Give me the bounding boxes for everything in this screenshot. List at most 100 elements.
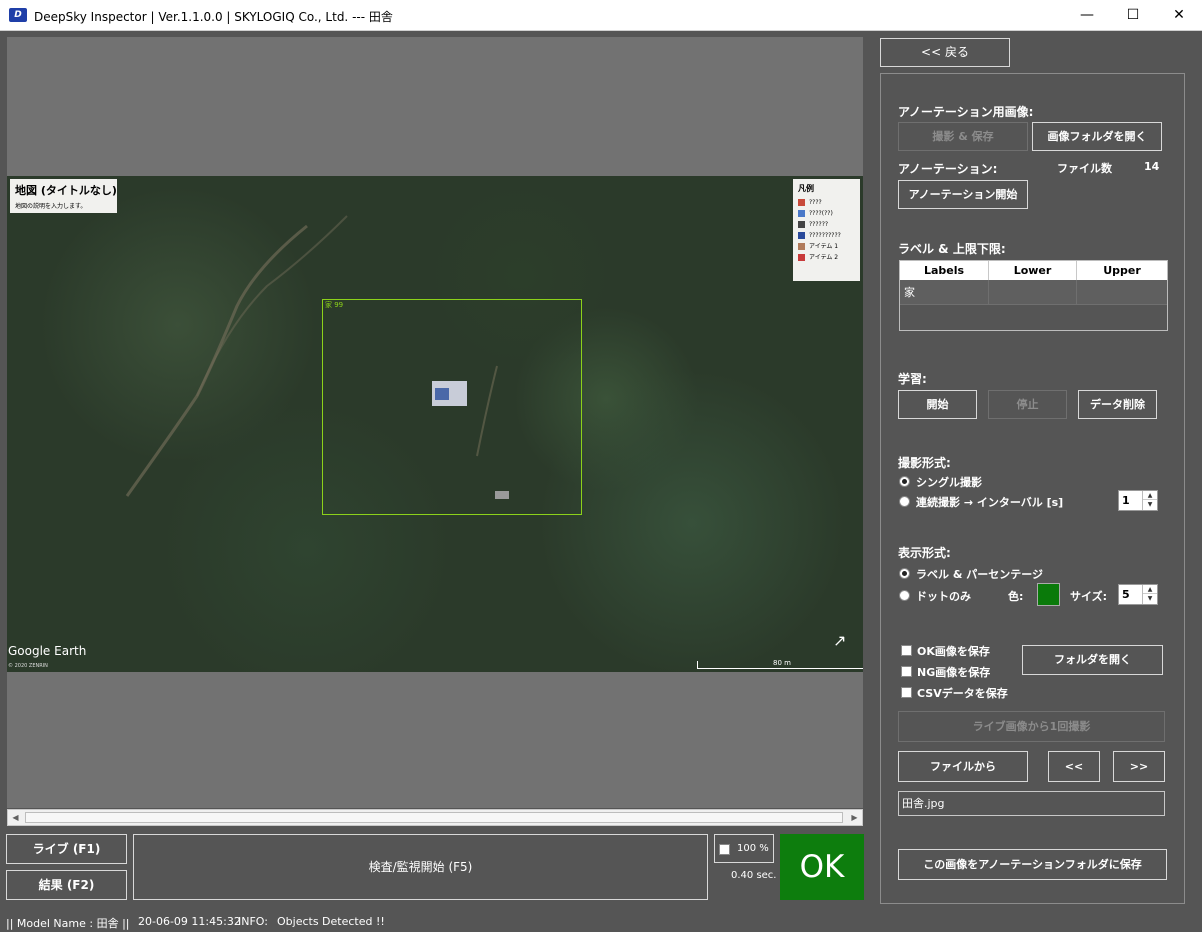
image-viewer[interactable]: 地図 (タイトルなし) 地図の説明を入力します。 凡例 ???? ????(??…	[7, 37, 863, 808]
zoom-checkbox[interactable]	[719, 844, 730, 855]
color-label: 色:	[1008, 590, 1024, 603]
continuous-capture-label: 連続撮影 → インターバル [s]	[916, 496, 1064, 509]
save-ng-images-label: NG画像を保存	[917, 666, 991, 679]
single-capture-label: シングル撮影	[916, 476, 982, 489]
learn-stop-button[interactable]: 停止	[988, 390, 1067, 419]
size-stepper[interactable]: 5 ▲ ▼	[1118, 584, 1158, 605]
labels-table[interactable]: Labels Lower Upper 家	[899, 260, 1168, 331]
close-button[interactable]: ✕	[1156, 0, 1202, 31]
capture-once-button[interactable]: ライブ画像から1回撮影	[898, 711, 1165, 742]
display-mode-label: 表示形式:	[898, 546, 951, 560]
open-image-folder-button[interactable]: 画像フォルダを開く	[1032, 122, 1162, 151]
map-description: 地図の説明を入力します。	[15, 203, 87, 210]
copyright-text: © 2020 ZENRIN	[8, 663, 48, 669]
google-earth-watermark: Google Earth	[8, 644, 87, 658]
dot-only-label: ドットのみ	[916, 590, 971, 603]
detection-label: 家 99	[325, 301, 344, 309]
window-title: DeepSky Inspector | Ver.1.1.0.0 | SKYLOG…	[34, 10, 393, 24]
column-header-lower: Lower	[989, 261, 1077, 280]
legend-symbol-icon	[798, 254, 805, 261]
learning-label: 学習:	[898, 372, 927, 386]
labels-limits-label: ラベル & 上限下限:	[898, 242, 1006, 256]
legend-item: ??????????	[798, 230, 855, 241]
file-count: 14	[1144, 160, 1160, 173]
legend-item: アイテム 1	[798, 241, 855, 252]
legend-item: ??????	[798, 219, 855, 230]
result-indicator: OK	[780, 834, 864, 900]
legend-symbol-icon	[798, 243, 805, 250]
interval-stepper-buttons[interactable]: ▲ ▼	[1142, 491, 1157, 510]
table-cell-label[interactable]: 家	[900, 280, 989, 305]
continuous-capture-radio[interactable]	[899, 496, 910, 507]
detection-bounding-box: 家 99	[322, 299, 582, 515]
interval-value[interactable]: 1	[1122, 494, 1130, 507]
dot-color-swatch[interactable]	[1037, 583, 1060, 606]
scroll-right-icon[interactable]: ▶	[847, 810, 862, 825]
annotation-image-label: アノーテーション用画像:	[898, 105, 1034, 119]
save-ng-images-checkbox[interactable]	[901, 666, 912, 677]
column-header-labels: Labels	[900, 261, 989, 280]
interval-stepper[interactable]: 1 ▲ ▼	[1118, 490, 1158, 511]
label-percentage-radio[interactable]	[899, 568, 910, 579]
legend-item: アイテム 2	[798, 252, 855, 263]
scrollbar-thumb[interactable]	[25, 812, 843, 823]
map-title: 地図 (タイトルなし)	[15, 184, 117, 197]
open-folder-button[interactable]: フォルダを開く	[1022, 645, 1163, 675]
legend-title: 凡例	[798, 184, 814, 193]
spin-up-icon[interactable]: ▲	[1143, 585, 1157, 594]
spin-down-icon[interactable]: ▼	[1143, 594, 1157, 603]
result-button[interactable]: 結果 (F2)	[6, 870, 127, 900]
dot-only-radio[interactable]	[899, 590, 910, 601]
legend: 凡例 ???? ????(??) ?????? ?????????? アイテム …	[793, 179, 860, 281]
scale-bar: 80 m	[697, 659, 863, 669]
legend-item: ????(??)	[798, 208, 855, 219]
north-arrow-icon: ↗	[833, 631, 847, 650]
minimize-button[interactable]: —	[1064, 0, 1110, 31]
live-button[interactable]: ライブ (F1)	[6, 834, 127, 864]
app-icon: D	[9, 8, 27, 22]
spin-down-icon[interactable]: ▼	[1143, 500, 1157, 509]
start-annotation-button[interactable]: アノーテーション開始	[898, 180, 1028, 209]
inspection-image: 地図 (タイトルなし) 地図の説明を入力します。 凡例 ???? ????(??…	[7, 176, 863, 672]
single-capture-radio[interactable]	[899, 476, 910, 487]
size-label: サイズ:	[1070, 590, 1108, 603]
zoom-toggle[interactable]: 100 %	[714, 834, 774, 863]
capture-mode-label: 撮影形式:	[898, 456, 951, 470]
status-datetime: 20-06-09 11:45:32	[138, 915, 241, 928]
prev-image-button[interactable]: <<	[1048, 751, 1100, 782]
maximize-button[interactable]: ☐	[1110, 0, 1156, 31]
map-title-box: 地図 (タイトルなし) 地図の説明を入力します。	[10, 179, 117, 213]
save-to-annotation-button[interactable]: この画像をアノーテーションフォルダに保存	[898, 849, 1167, 880]
legend-symbol-icon	[798, 199, 805, 206]
save-csv-checkbox[interactable]	[901, 687, 912, 698]
legend-symbol-icon	[798, 210, 805, 217]
spin-up-icon[interactable]: ▲	[1143, 491, 1157, 500]
table-cell-upper[interactable]	[1077, 280, 1167, 305]
status-info-label: INFO:	[238, 915, 268, 928]
label-percentage-label: ラベル & パーセンテージ	[916, 568, 1044, 581]
file-name-field[interactable]: 田舎.jpg	[898, 791, 1165, 816]
scroll-left-icon[interactable]: ◀	[8, 810, 23, 825]
learn-start-button[interactable]: 開始	[898, 390, 977, 419]
settings-panel: アノーテーション用画像: 撮影 & 保存 画像フォルダを開く アノーテーション:…	[880, 73, 1185, 904]
save-ok-images-checkbox[interactable]	[901, 645, 912, 656]
legend-item: ????	[798, 197, 855, 208]
size-stepper-buttons[interactable]: ▲ ▼	[1142, 585, 1157, 604]
capture-save-button[interactable]: 撮影 & 保存	[898, 122, 1028, 151]
file-count-label: ファイル数	[1057, 162, 1112, 175]
from-file-button[interactable]: ファイルから	[898, 751, 1028, 782]
legend-symbol-icon	[798, 221, 805, 228]
horizontal-scrollbar[interactable]: ◀ ▶	[7, 809, 863, 826]
status-info-message: Objects Detected !!	[277, 915, 385, 928]
table-cell-lower[interactable]	[989, 280, 1077, 305]
legend-symbol-icon	[798, 232, 805, 239]
scale-text: 80 m	[773, 659, 791, 667]
delete-data-button[interactable]: データ削除	[1078, 390, 1157, 419]
back-button[interactable]: << 戻る	[880, 38, 1010, 67]
elapsed-time: 0.40 sec.	[731, 870, 777, 881]
next-image-button[interactable]: >>	[1113, 751, 1165, 782]
title-bar: D DeepSky Inspector | Ver.1.1.0.0 | SKYL…	[0, 0, 1202, 31]
size-value[interactable]: 5	[1122, 588, 1130, 601]
inspect-start-button[interactable]: 検査/監視開始 (F5)	[133, 834, 708, 900]
column-header-upper: Upper	[1077, 261, 1167, 280]
